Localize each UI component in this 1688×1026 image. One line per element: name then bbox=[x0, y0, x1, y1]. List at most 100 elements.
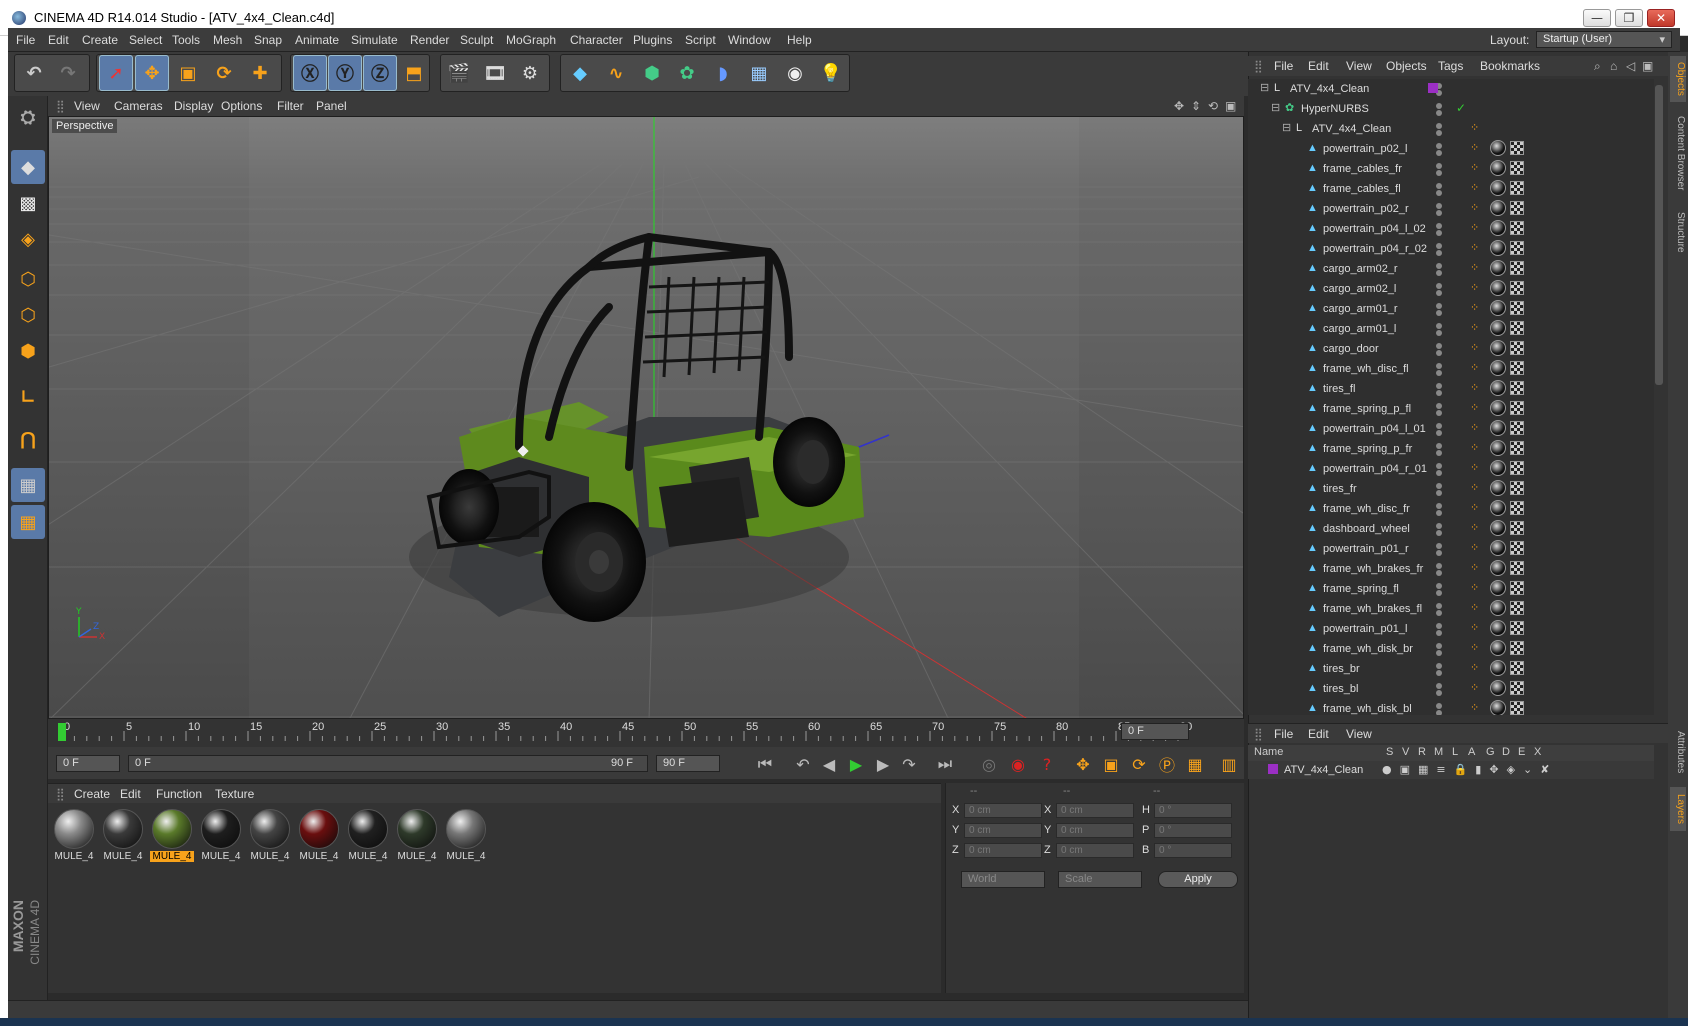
object-name[interactable]: powertrain_p04_r_02 bbox=[1323, 243, 1427, 255]
material-tag-icon[interactable] bbox=[1490, 240, 1506, 256]
visibility-toggle-icon[interactable] bbox=[1436, 662, 1466, 676]
menu-tools[interactable]: Tools bbox=[172, 33, 200, 47]
phong-tag-icon[interactable]: ⁘ bbox=[1470, 601, 1479, 614]
material-tag-icon[interactable] bbox=[1490, 440, 1506, 456]
uvw-tag-icon[interactable] bbox=[1510, 481, 1524, 495]
array-icon[interactable]: ✿ bbox=[670, 55, 704, 91]
object-home-icon[interactable]: ⌂ bbox=[1610, 59, 1617, 73]
phong-tag-icon[interactable]: ⁘ bbox=[1470, 141, 1479, 154]
visibility-toggle-icon[interactable] bbox=[1436, 282, 1466, 296]
uvw-tag-icon[interactable] bbox=[1510, 341, 1524, 355]
render-settings-icon[interactable]: ⚙ bbox=[513, 55, 547, 91]
object-tree-row[interactable]: ▲ cargo_arm02_r ⁘ bbox=[1248, 259, 1654, 279]
uvw-tag-icon[interactable] bbox=[1510, 441, 1524, 455]
phong-tag-icon[interactable]: ⁘ bbox=[1470, 681, 1479, 694]
object-name[interactable]: tires_fl bbox=[1323, 383, 1355, 395]
workplane-lock-icon[interactable]: ▦ bbox=[11, 468, 45, 502]
object-tree-row[interactable]: ▲ dashboard_wheel ⁘ bbox=[1248, 519, 1654, 539]
nurbs-icon[interactable]: ⬢ bbox=[635, 55, 669, 91]
phong-tag-icon[interactable]: ⁘ bbox=[1470, 521, 1479, 534]
layer-row[interactable]: ATV_4x4_Clean ●▣▦≡🔒▮✥◈⌄✘ bbox=[1248, 761, 1654, 779]
viewport-menu-cameras[interactable]: Cameras bbox=[114, 99, 163, 113]
menu-select[interactable]: Select bbox=[129, 33, 162, 47]
viewport-menu-options[interactable]: Options bbox=[221, 99, 262, 113]
object-name[interactable]: frame_spring_p_fr bbox=[1323, 443, 1412, 455]
menu-animate[interactable]: Animate bbox=[295, 33, 339, 47]
visibility-toggle-icon[interactable] bbox=[1436, 602, 1466, 616]
object-name[interactable]: powertrain_p02_r bbox=[1323, 203, 1409, 215]
uvw-tag-icon[interactable] bbox=[1510, 181, 1524, 195]
uvw-tag-icon[interactable] bbox=[1510, 261, 1524, 275]
visibility-toggle-icon[interactable] bbox=[1436, 222, 1466, 236]
goto-start-icon[interactable]: ⏮ bbox=[752, 752, 778, 776]
object-name[interactable]: powertrain_p04_l_02 bbox=[1323, 223, 1426, 235]
perspective-viewport[interactable]: Perspective Y X Z bbox=[48, 116, 1244, 719]
visibility-toggle-icon[interactable] bbox=[1436, 562, 1466, 576]
object-tree-row[interactable]: ▲ frame_wh_disc_fr ⁘ bbox=[1248, 499, 1654, 519]
uvw-tag-icon[interactable] bbox=[1510, 221, 1524, 235]
key-position-icon[interactable]: ✥ bbox=[1070, 752, 1096, 776]
uvw-tag-icon[interactable] bbox=[1510, 581, 1524, 595]
layer-name[interactable]: ATV_4x4_Clean bbox=[1284, 764, 1363, 776]
uvw-tag-icon[interactable] bbox=[1510, 141, 1524, 155]
layout-dropdown[interactable]: Startup (User) bbox=[1536, 31, 1672, 48]
menu-plugins[interactable]: Plugins bbox=[633, 33, 672, 47]
phong-tag-icon[interactable]: ⁘ bbox=[1470, 581, 1479, 594]
collapse-icon[interactable]: ⊟ bbox=[1282, 122, 1294, 134]
menu-render[interactable]: Render bbox=[410, 33, 449, 47]
phong-tag-icon[interactable]: ⁘ bbox=[1470, 381, 1479, 394]
object-tree-row[interactable]: L ⊟ ATV_4x4_Clean ⁘ bbox=[1248, 119, 1654, 139]
material-tag-icon[interactable] bbox=[1490, 340, 1506, 356]
material-tag-icon[interactable] bbox=[1490, 660, 1506, 676]
object-back-icon[interactable]: ◁ bbox=[1626, 59, 1635, 73]
next-frame-icon[interactable]: ▶ bbox=[870, 752, 896, 776]
goto-end-icon[interactable]: ⏭ bbox=[932, 752, 958, 776]
object-name[interactable]: frame_cables_fl bbox=[1323, 183, 1401, 195]
material-tag-icon[interactable] bbox=[1490, 260, 1506, 276]
object-name[interactable]: frame_wh_disk_bl bbox=[1323, 703, 1412, 715]
object-menu-file[interactable]: File bbox=[1274, 59, 1293, 73]
material-tag-icon[interactable] bbox=[1490, 140, 1506, 156]
menu-mesh[interactable]: Mesh bbox=[213, 33, 242, 47]
object-tree-row[interactable]: ▲ cargo_door ⁘ bbox=[1248, 339, 1654, 359]
object-menu-bookmarks[interactable]: Bookmarks bbox=[1480, 59, 1540, 73]
coord-value-field[interactable]: 0 cm bbox=[1056, 823, 1134, 838]
object-tree-row[interactable]: ✿ ⊟ HyperNURBS ✓ bbox=[1248, 99, 1654, 119]
object-name[interactable]: frame_wh_disc_fl bbox=[1323, 363, 1409, 375]
visibility-toggle-icon[interactable] bbox=[1436, 262, 1466, 276]
visibility-toggle-icon[interactable] bbox=[1436, 82, 1466, 96]
coord-value-field[interactable]: 0 ° bbox=[1154, 843, 1232, 858]
visibility-toggle-icon[interactable] bbox=[1436, 342, 1466, 356]
coordinate-space-dropdown[interactable]: World bbox=[961, 871, 1045, 888]
material-swatch[interactable]: MULE_4 bbox=[444, 807, 488, 865]
uvw-tag-icon[interactable] bbox=[1510, 161, 1524, 175]
visibility-toggle-icon[interactable] bbox=[1436, 122, 1466, 136]
object-tree-row[interactable]: ▲ frame_wh_disk_bl ⁘ bbox=[1248, 699, 1654, 715]
z-axis-lock-icon[interactable]: Ⓩ bbox=[363, 55, 397, 91]
timeline-layout-icon[interactable]: ▥ bbox=[1216, 752, 1242, 776]
object-tree-row[interactable]: ▲ powertrain_p02_r ⁘ bbox=[1248, 199, 1654, 219]
uvw-tag-icon[interactable] bbox=[1510, 701, 1524, 715]
viewport-menu-view[interactable]: View bbox=[74, 99, 100, 113]
points-mode-icon[interactable]: ⬡ bbox=[11, 262, 45, 296]
visibility-toggle-icon[interactable] bbox=[1436, 382, 1466, 396]
uvw-tag-icon[interactable] bbox=[1510, 421, 1524, 435]
object-name[interactable]: cargo_arm02_r bbox=[1323, 263, 1398, 275]
material-swatch[interactable]: MULE_4 bbox=[395, 807, 439, 865]
coordinate-system-icon[interactable]: ⬒ bbox=[397, 55, 431, 91]
visibility-toggle-icon[interactable] bbox=[1436, 702, 1466, 715]
object-tree-row[interactable]: ▲ frame_cables_fr ⁘ bbox=[1248, 159, 1654, 179]
maximize-button[interactable]: ❐ bbox=[1615, 9, 1643, 27]
material-tag-icon[interactable] bbox=[1490, 580, 1506, 596]
object-name[interactable]: tires_bl bbox=[1323, 683, 1358, 695]
material-swatch[interactable]: MULE_4 bbox=[52, 807, 96, 865]
key-pla-icon[interactable]: ▦ bbox=[1182, 752, 1208, 776]
material-swatch[interactable]: MULE_4 bbox=[297, 807, 341, 865]
layer-column-switch[interactable]: R bbox=[1418, 746, 1426, 758]
camera-icon[interactable]: ◉ bbox=[778, 55, 812, 91]
object-name[interactable]: tires_br bbox=[1323, 663, 1360, 675]
material-tag-icon[interactable] bbox=[1490, 200, 1506, 216]
object-tree-row[interactable]: ▲ tires_fl ⁘ bbox=[1248, 379, 1654, 399]
visibility-toggle-icon[interactable] bbox=[1436, 462, 1466, 476]
apply-button[interactable]: Apply bbox=[1158, 871, 1238, 888]
